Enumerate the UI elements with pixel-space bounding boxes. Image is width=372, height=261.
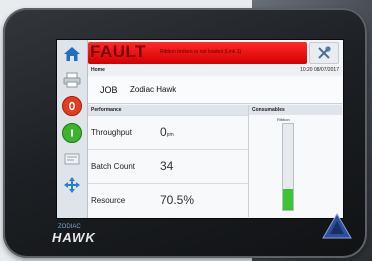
consumable-gauge[interactable] — [282, 123, 294, 211]
job-label: JOB — [100, 85, 118, 95]
print-icon — [63, 72, 81, 88]
navigate-button[interactable] — [61, 174, 83, 196]
performance-row-batch-count: Batch Count 34 — [88, 149, 248, 183]
tools-button[interactable] — [309, 42, 339, 64]
metric-label: Resource — [91, 196, 126, 205]
status-bar: Home 10:20 08/07/2017 — [88, 65, 342, 75]
job-name: Zodiac Hawk — [130, 85, 177, 94]
gauge-level — [283, 188, 293, 210]
screen-name: Home — [91, 67, 105, 73]
home-button[interactable] — [61, 43, 83, 65]
metric-value: 0pm — [160, 125, 174, 139]
stop-icon — [68, 101, 76, 111]
sidebar — [57, 40, 88, 218]
date-time: 10:20 08/07/2017 — [300, 67, 339, 73]
consumables-panel: Consumables Ribbon — [249, 105, 342, 217]
tools-icon — [318, 46, 331, 59]
metric-value: 70.5% — [160, 193, 195, 207]
consumables-header: Consumables — [249, 105, 342, 115]
metric-value: 34 — [160, 159, 174, 173]
home-icon — [64, 47, 80, 61]
metric-label: Batch Count — [91, 162, 136, 171]
performance-panel: Performance Throughput 0pm Batch Count 3… — [88, 105, 249, 217]
fault-banner[interactable]: FAULT Ribbon broken or not loaded (Link … — [88, 42, 307, 64]
triangle-logo-icon — [322, 213, 352, 239]
performance-row-throughput: Throughput 0pm — [88, 115, 248, 149]
consumable-label: Ribbon — [277, 117, 290, 122]
metric-label: Throughput — [91, 128, 132, 137]
start-icon — [71, 129, 73, 137]
brand-logo: HAWK — [52, 230, 96, 245]
touchscreen: FAULT Ribbon broken or not loaded (Link … — [56, 39, 344, 219]
performance-row-resource: Resource 70.5% — [88, 183, 248, 217]
job-row[interactable]: JOB Zodiac Hawk — [88, 77, 342, 104]
stop-button[interactable] — [61, 95, 83, 117]
start-button[interactable] — [61, 122, 83, 144]
print-button[interactable] — [61, 69, 83, 91]
navigate-icon — [64, 177, 80, 193]
fault-label: FAULT — [90, 42, 147, 61]
settings-button[interactable] — [61, 148, 83, 170]
performance-header: Performance — [88, 105, 248, 115]
settings-icon — [64, 153, 80, 165]
fault-message: Ribbon broken or not loaded (Link 1) — [160, 49, 242, 55]
